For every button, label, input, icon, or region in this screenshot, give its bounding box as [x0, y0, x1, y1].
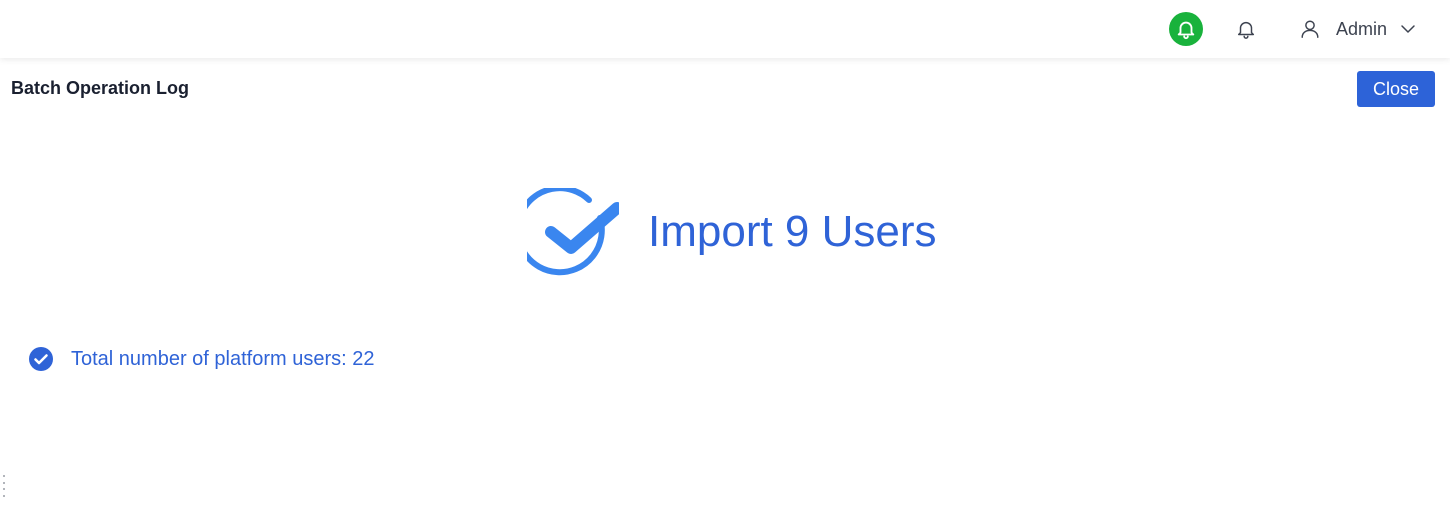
chevron-down-icon: [1399, 20, 1417, 38]
stat-text: Total number of platform users: 22: [71, 347, 375, 370]
user-menu[interactable]: Admin: [1298, 14, 1417, 44]
result-title: Import 9 Users: [648, 207, 937, 256]
check-circle-filled-icon: [29, 347, 53, 371]
page-title: Batch Operation Log: [11, 78, 190, 98]
handle-dot: [3, 494, 5, 497]
bell-icon: [1237, 21, 1255, 39]
check-circle-icon: [514, 185, 623, 278]
user-name: Admin: [1336, 18, 1388, 39]
handle-dot: [3, 481, 5, 484]
close-button[interactable]: Close: [1357, 71, 1435, 107]
resize-handle[interactable]: [1, 475, 7, 497]
user-icon: [1298, 17, 1322, 41]
handle-dot: [3, 475, 5, 477]
notification-bell-active-button[interactable]: [1169, 12, 1203, 46]
top-navigation-bar: Admin: [0, 0, 1450, 58]
bell-icon: [1177, 21, 1195, 40]
handle-dot: [3, 488, 5, 491]
notification-bell-button[interactable]: [1233, 15, 1259, 43]
stat-row: Total number of platform users: 22: [29, 346, 374, 372]
